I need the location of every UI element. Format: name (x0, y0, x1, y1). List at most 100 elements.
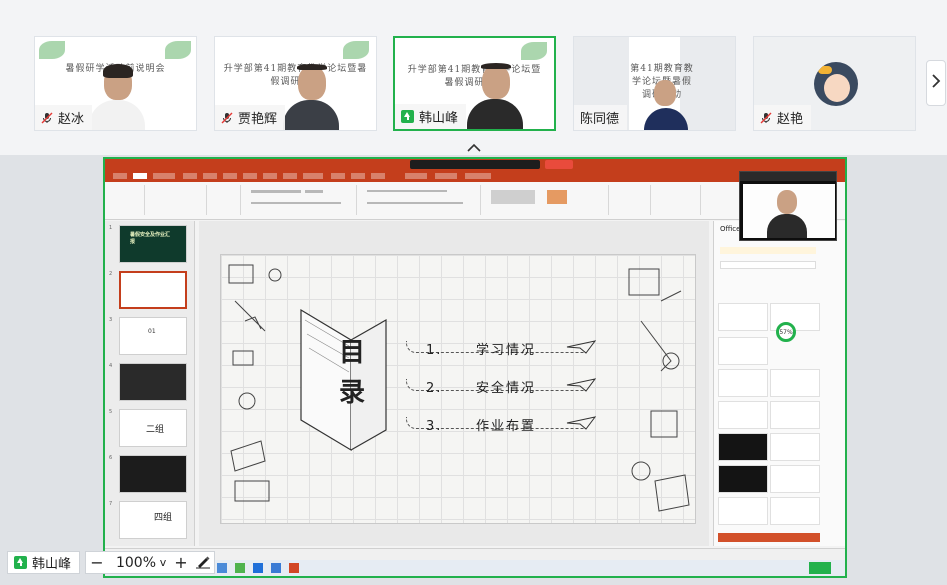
design-option[interactable] (770, 369, 820, 397)
leaf-decoration (39, 41, 65, 59)
thumb-number: 5 (109, 409, 113, 415)
taskbar-app-icon[interactable] (271, 563, 281, 573)
person-head (777, 190, 797, 214)
ribbon-group-clipboard (105, 185, 145, 215)
slide-thumbnail-4[interactable] (119, 363, 187, 401)
slide-thumbnail-1[interactable]: 暑假安全及作业汇报 (119, 225, 187, 263)
current-slide[interactable]: 目录 1. 学习情况 2. 安全情况 3. 作业布置 (220, 254, 696, 524)
collapse-strip-button[interactable] (466, 138, 482, 152)
paper-plane-icon (566, 416, 596, 430)
ribbon-group (207, 185, 241, 215)
progress-ring: 57% (776, 322, 796, 342)
design-option[interactable] (718, 465, 768, 493)
design-option[interactable] (718, 497, 768, 525)
taskbar-app-icon[interactable] (253, 563, 263, 573)
design-option[interactable] (718, 433, 768, 461)
mic-muted-icon (760, 112, 772, 124)
ribbon-tab[interactable] (263, 173, 277, 179)
thumb-title: 01 (148, 328, 156, 335)
ribbon-tab[interactable] (303, 173, 323, 179)
slide-thumbnail-6[interactable] (119, 455, 187, 493)
stop-share-button[interactable] (545, 160, 573, 169)
ribbon-tab[interactable] (183, 173, 197, 179)
designer-action-button[interactable] (718, 533, 820, 542)
next-page-button[interactable] (926, 60, 946, 106)
ribbon-tab[interactable] (203, 173, 217, 179)
ribbon-tab[interactable] (405, 173, 427, 179)
presenter-camera-overlay[interactable] (739, 171, 837, 241)
ribbon-tab[interactable] (153, 173, 175, 179)
design-option[interactable] (770, 497, 820, 525)
thumb-number: 1 (109, 225, 113, 231)
pen-icon (195, 553, 211, 573)
slide-thumbnail-pane: 1 暑假安全及作业汇报 2 3 01 4 5 二组 6 7 四组 (105, 221, 195, 546)
ribbon-tab[interactable] (243, 173, 257, 179)
zoom-level[interactable]: 100% (108, 555, 156, 571)
design-option[interactable] (718, 337, 768, 365)
design-option[interactable] (770, 465, 820, 493)
slide-title: 目录 (339, 338, 366, 408)
toc-item-number: 2. (426, 381, 443, 396)
ribbon-tab[interactable] (351, 173, 365, 179)
participant-tile-2[interactable]: 升学部第41期教育教学论坛暨暑假调研活动 贾艳辉 (214, 36, 377, 131)
ppt-ribbon (105, 182, 845, 220)
font-name-box[interactable] (251, 190, 301, 193)
ribbon-group-designer (651, 185, 701, 215)
ribbon-tab[interactable] (371, 173, 385, 179)
participant-video (89, 64, 145, 130)
participant-name-tag: 赵冰 (35, 105, 93, 130)
zoom-dropdown-button[interactable]: v (156, 556, 170, 569)
person-body (467, 99, 523, 129)
zoom-out-button[interactable]: − (86, 553, 108, 572)
slide-thumbnail-5[interactable]: 二组 (119, 409, 187, 447)
taskbar-meeting-icon[interactable] (809, 562, 831, 574)
alignment-buttons[interactable] (367, 202, 463, 204)
annotate-button[interactable] (192, 554, 214, 572)
ppt-title-bar (105, 159, 845, 171)
arrange-button[interactable] (547, 190, 567, 204)
design-option[interactable] (770, 433, 820, 461)
participant-name: 贾艳辉 (238, 112, 278, 127)
shapes-gallery[interactable] (491, 190, 535, 204)
participant-tile-5[interactable]: 赵艳 (753, 36, 916, 131)
designer-search[interactable] (720, 261, 816, 269)
taskbar-app-icon[interactable] (235, 563, 245, 573)
slide-thumbnail-2-selected[interactable] (119, 271, 187, 309)
slide-editing-canvas[interactable]: 目录 1. 学习情况 2. 安全情况 3. 作业布置 (199, 221, 709, 546)
meeting-control-bar[interactable] (410, 160, 540, 169)
designer-pane: Office 57% (713, 221, 845, 546)
ribbon-tab[interactable] (331, 173, 345, 179)
design-option[interactable] (770, 401, 820, 429)
font-size-box[interactable] (305, 190, 323, 193)
ribbon-tab[interactable] (223, 173, 237, 179)
slide-thumbnail-3[interactable]: 01 (119, 317, 187, 355)
participant-video (644, 66, 688, 130)
thumb-number: 6 (109, 455, 113, 461)
design-option[interactable] (718, 369, 768, 397)
taskbar-powerpoint-icon[interactable] (289, 563, 299, 573)
leaf-decoration (165, 41, 191, 59)
participant-name: 陈同德 (580, 112, 620, 127)
ribbon-tab[interactable] (435, 173, 457, 179)
participant-tile-1[interactable]: 暑假研学活动前说明会 赵冰 (34, 36, 197, 131)
design-option[interactable] (718, 401, 768, 429)
participant-tile-3-active-speaker[interactable]: 升学部第41期教育教学论坛暨暑假调研活动 韩山峰 (393, 36, 556, 131)
ribbon-tab[interactable] (113, 173, 127, 179)
ribbon-tab[interactable] (465, 173, 491, 179)
slide-thumbnail-7[interactable]: 四组 (119, 501, 187, 539)
person-body (767, 214, 807, 238)
toc-item-number: 1. (426, 343, 443, 358)
design-option[interactable] (718, 303, 768, 331)
participant-name-tag: 赵艳 (754, 105, 812, 130)
ppt-status-bar (105, 548, 845, 560)
meeting-window: 暑假研学活动前说明会 赵冰 升学部第41期教育教学论坛暨暑假调研活动 (0, 0, 947, 585)
participant-tile-4[interactable]: 第41期教育教学论坛暨暑假调研活动 陈同德 (573, 36, 736, 131)
zoom-in-button[interactable]: + (170, 553, 192, 572)
ribbon-tab-home[interactable] (133, 173, 147, 179)
taskbar-app-icon[interactable] (217, 563, 227, 573)
paragraph-buttons[interactable] (367, 190, 447, 192)
ribbon-tab[interactable] (283, 173, 297, 179)
person-body (644, 108, 688, 130)
shared-powerpoint-window[interactable]: 1 暑假安全及作业汇报 2 3 01 4 5 二组 6 7 四组 目录 1. 学… (103, 157, 847, 578)
font-buttons[interactable] (251, 202, 341, 204)
